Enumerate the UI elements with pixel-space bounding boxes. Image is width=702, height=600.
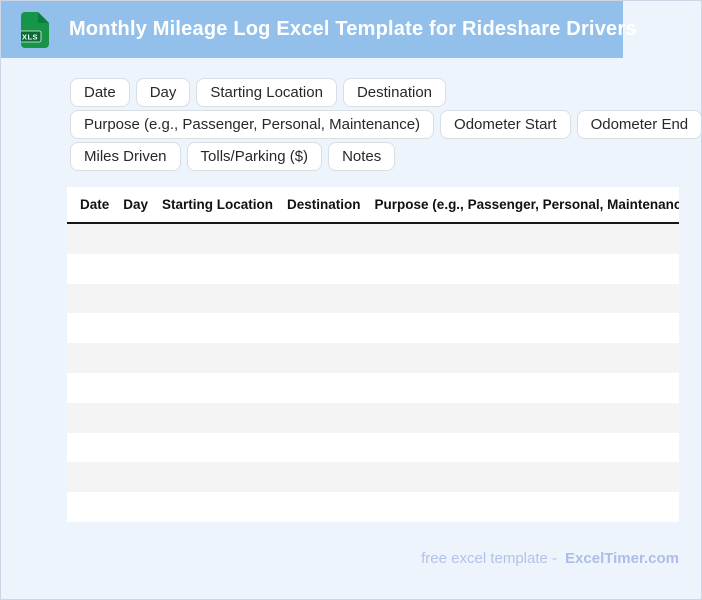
mileage-table-preview: Date Day Starting Location Destination P… bbox=[67, 187, 679, 522]
col-header-starting-location: Starting Location bbox=[162, 197, 274, 212]
page: XLS Monthly Mileage Log Excel Template f… bbox=[0, 0, 702, 600]
chip-row-1: Date Day Starting Location Destination bbox=[70, 78, 695, 107]
chip-purpose[interactable]: Purpose (e.g., Passenger, Personal, Main… bbox=[70, 110, 435, 139]
chip-date[interactable]: Date bbox=[70, 78, 130, 107]
table-row bbox=[67, 313, 679, 344]
column-chips: Date Day Starting Location Destination P… bbox=[70, 78, 701, 174]
header-bar: XLS Monthly Mileage Log Excel Template f… bbox=[1, 1, 636, 58]
chip-odometer-end[interactable]: Odometer End bbox=[576, 110, 701, 139]
table-row bbox=[67, 343, 679, 373]
page-title: Monthly Mileage Log Excel Template for R… bbox=[69, 18, 637, 40]
chip-destination[interactable]: Destination bbox=[342, 78, 446, 107]
table-row bbox=[67, 402, 679, 433]
footer: free excel template - ExcelTimer.com bbox=[421, 550, 679, 567]
xls-file-icon: XLS bbox=[18, 11, 49, 48]
footer-text: free excel template - bbox=[421, 550, 558, 567]
chip-day[interactable]: Day bbox=[135, 78, 191, 107]
col-header-date: Date bbox=[80, 197, 110, 212]
table-row bbox=[67, 462, 679, 493]
footer-brand-link[interactable]: ExcelTimer.com bbox=[565, 550, 679, 567]
chip-notes[interactable]: Notes bbox=[328, 142, 396, 171]
chip-starting-location[interactable]: Starting Location bbox=[196, 78, 337, 107]
table-row bbox=[67, 224, 679, 254]
chip-row-2: Purpose (e.g., Passenger, Personal, Main… bbox=[70, 110, 701, 139]
svg-text:XLS: XLS bbox=[22, 32, 38, 41]
table-row bbox=[67, 432, 679, 463]
chip-odometer-start[interactable]: Odometer Start bbox=[440, 110, 571, 139]
table-body bbox=[67, 224, 679, 522]
table-header-row: Date Day Starting Location Destination P… bbox=[67, 187, 679, 224]
chip-row-3: Miles Driven Tolls/Parking ($) Notes bbox=[70, 142, 695, 171]
col-header-purpose: Purpose (e.g., Passenger, Personal, Main… bbox=[374, 197, 679, 212]
chip-miles-driven[interactable]: Miles Driven bbox=[70, 142, 181, 171]
table-row bbox=[67, 492, 679, 522]
table-row bbox=[67, 283, 679, 314]
col-header-day: Day bbox=[123, 197, 149, 212]
table-row bbox=[67, 253, 679, 284]
chip-tolls-parking[interactable]: Tolls/Parking ($) bbox=[186, 142, 323, 171]
col-header-destination: Destination bbox=[287, 197, 361, 212]
table-row bbox=[67, 372, 679, 403]
